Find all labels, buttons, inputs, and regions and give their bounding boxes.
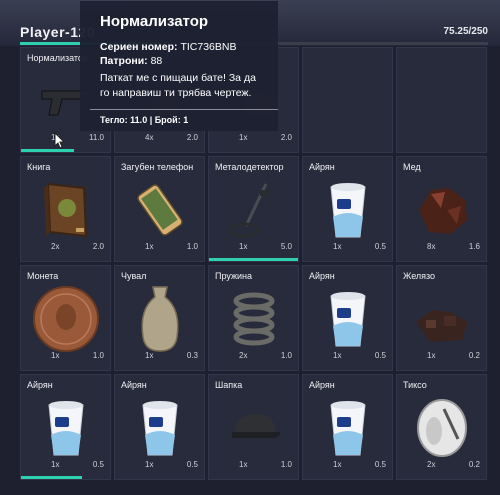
slot-label: Тиксо: [403, 380, 427, 390]
mouse-cursor-icon: [54, 132, 66, 149]
slot-count: 2x: [239, 351, 248, 360]
slot-label: Чувал: [121, 271, 147, 281]
tooltip-serial-value: TIC736BNB: [180, 41, 237, 53]
durability-bar: [21, 149, 75, 152]
inventory-slot[interactable]: [302, 47, 393, 153]
ayran-cup-icon: [303, 393, 392, 463]
ayran-cup-icon: [303, 175, 392, 245]
iron-ore-icon: [397, 284, 486, 354]
inventory-slot[interactable]: Монета 1x 1.0: [20, 265, 111, 371]
tooltip-serial: Сериен номер: TIC736BNB: [100, 40, 268, 54]
weight-readout: 75.25/250: [443, 26, 489, 37]
inventory-slot[interactable]: Пружина 2x 1.0: [208, 265, 299, 371]
ayran-cup-icon: [21, 393, 110, 463]
durability-bar: [21, 476, 82, 479]
slot-weight: 5.0: [280, 242, 292, 251]
slot-count: 8x: [427, 242, 436, 251]
slot-label: Мед: [403, 162, 421, 172]
slot-count: 1x: [145, 351, 154, 360]
slot-weight: 0.5: [186, 460, 198, 469]
ayran-cup-icon: [115, 393, 204, 463]
inventory-slot[interactable]: [396, 47, 487, 153]
inventory-slot[interactable]: Айрян 1x 0.5: [20, 374, 111, 480]
slot-count: 1x: [333, 460, 342, 469]
slot-weight: 0.2: [468, 460, 480, 469]
slot-label: Монета: [27, 271, 59, 281]
slot-count: 1x: [51, 460, 60, 469]
slot-weight: 1.0: [92, 351, 104, 360]
slot-label: Айрян: [309, 271, 335, 281]
slot-label: Шапка: [215, 380, 243, 390]
inventory-slot[interactable]: Мед 8x 1.6: [396, 156, 487, 262]
tooltip-footer: Тегло: 11.0 | Брой: 1: [100, 115, 189, 125]
slot-weight: 0.5: [92, 460, 104, 469]
tooltip-ammo: Патрони: 88: [100, 54, 268, 68]
slot-label: Загубен телефон: [121, 162, 194, 172]
inventory-slot[interactable]: Айрян 1x 0.5: [114, 374, 205, 480]
slot-weight: 0.5: [374, 351, 386, 360]
slot-weight: 1.0: [186, 242, 198, 251]
inventory-slot[interactable]: Тиксо 2x 0.2: [396, 374, 487, 480]
durability-bar: [209, 258, 298, 261]
slot-weight: 0.3: [186, 351, 198, 360]
book-icon: [21, 175, 110, 245]
spring-icon: [209, 284, 298, 354]
tape-icon: [397, 393, 486, 463]
slot-label: Айрян: [309, 380, 335, 390]
inventory-slot[interactable]: Загубен телефон 1x 1.0: [114, 156, 205, 262]
slot-count: 1x: [239, 133, 248, 142]
slot-label: Нормализатор: [27, 53, 88, 63]
slot-weight: 0.5: [374, 242, 386, 251]
slot-count: 1x: [239, 460, 248, 469]
inventory-slot[interactable]: Айрян 1x 0.5: [302, 265, 393, 371]
inventory-slot[interactable]: Желязо 1x 0.2: [396, 265, 487, 371]
metal-detector-icon: [209, 175, 298, 245]
inventory-slot[interactable]: Книга 2x 2.0: [20, 156, 111, 262]
tooltip-divider: [90, 109, 278, 110]
slot-count: 4x: [145, 133, 154, 142]
slot-count: 1x: [333, 242, 342, 251]
slot-count: 1x: [145, 460, 154, 469]
inventory-slot[interactable]: Металодетектор 1x 5.0: [208, 156, 299, 262]
inventory-slot[interactable]: Шапка 1x 1.0: [208, 374, 299, 480]
slot-weight: 2.0: [186, 133, 198, 142]
slot-label: Металодетектор: [215, 162, 284, 172]
slot-label: Желязо: [403, 271, 436, 281]
slot-weight: 11.0: [89, 133, 104, 142]
slot-count: 2x: [427, 460, 436, 469]
slot-label: Книга: [27, 162, 51, 172]
slot-count: 1x: [427, 351, 436, 360]
slot-weight: 2.0: [280, 133, 292, 142]
slot-count: 1x: [333, 351, 342, 360]
item-tooltip: Нормализатор Сериен номер: TIC736BNB Пат…: [80, 1, 278, 131]
slot-weight: 1.6: [468, 242, 480, 251]
phone-icon: [115, 175, 204, 245]
slot-count: 2x: [51, 242, 60, 251]
slot-label: Айрян: [309, 162, 335, 172]
sack-icon: [115, 284, 204, 354]
inventory-slot[interactable]: Айрян 1x 0.5: [302, 374, 393, 480]
slot-label: Пружина: [215, 271, 252, 281]
slot-weight: 2.0: [92, 242, 104, 251]
ayran-cup-icon: [303, 284, 392, 354]
tooltip-title: Нормализатор: [100, 13, 209, 30]
tooltip-serial-label: Сериен номер:: [100, 41, 178, 53]
slot-count: 1x: [145, 242, 154, 251]
slot-weight: 0.5: [374, 460, 386, 469]
ore-icon: [397, 175, 486, 245]
tooltip-ammo-label: Патрони:: [100, 55, 148, 67]
cap-icon: [209, 393, 298, 463]
slot-weight: 1.0: [280, 460, 292, 469]
inventory-slot[interactable]: Айрян 1x 0.5: [302, 156, 393, 262]
coin-icon: [21, 284, 110, 354]
slot-weight: 0.2: [468, 351, 480, 360]
slot-weight: 1.0: [280, 351, 292, 360]
slot-count: 1x: [51, 351, 60, 360]
tooltip-description: Паткат ме с пищаци бате! За да го направ…: [100, 72, 256, 99]
tooltip-ammo-value: 88: [150, 55, 163, 67]
slot-label: Айрян: [27, 380, 53, 390]
inventory-slot[interactable]: Чувал 1x 0.3: [114, 265, 205, 371]
slot-label: Айрян: [121, 380, 147, 390]
slot-count: 1x: [239, 242, 248, 251]
